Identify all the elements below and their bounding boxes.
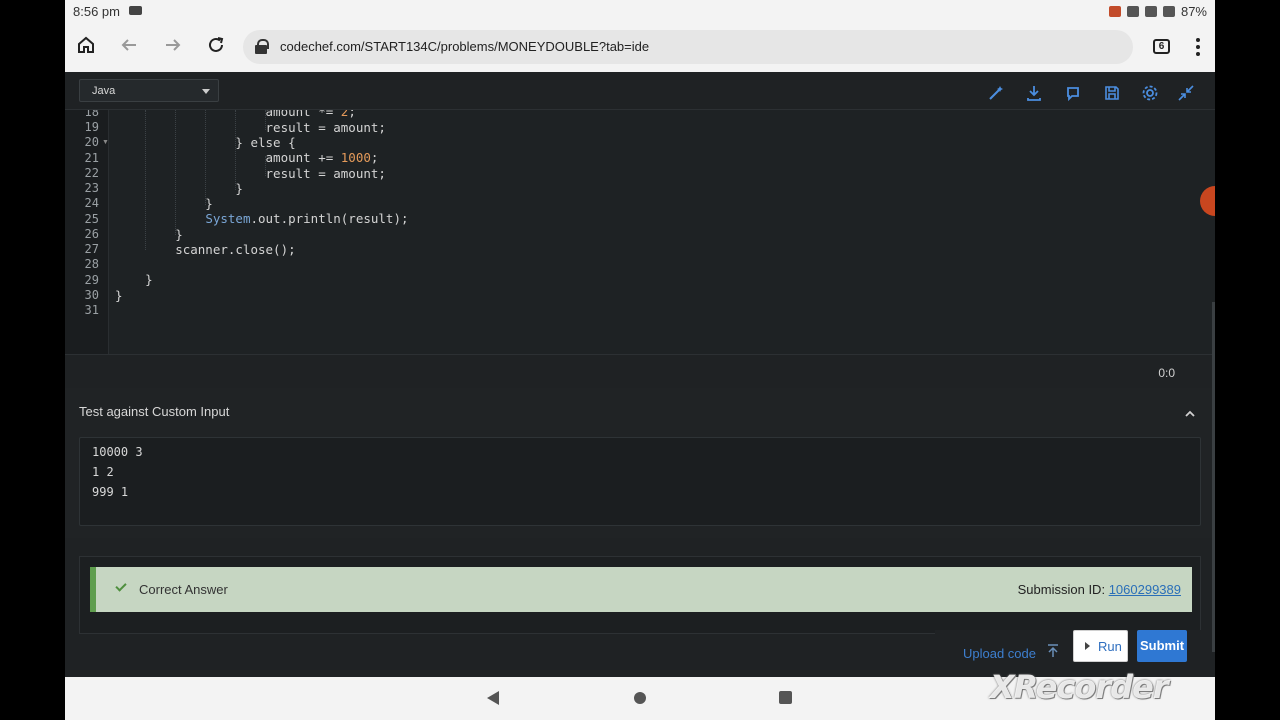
submit-button[interactable]: Submit bbox=[1137, 630, 1187, 662]
battery-level: 87% bbox=[1180, 4, 1207, 19]
url-text: codechef.com/START134C/problems/MONEYDOU… bbox=[280, 39, 650, 54]
submission-id-label: Submission ID: bbox=[1017, 582, 1106, 597]
address-bar[interactable]: codechef.com/START134C/problems/MONEYDOU… bbox=[243, 30, 1133, 64]
custom-input-textarea[interactable]: 10000 3 1 2 999 1 bbox=[79, 437, 1201, 526]
line-number-gutter: 18 19 20 ▼ 21 22 23 24 25 26 27 28 29 30… bbox=[65, 110, 109, 354]
line-number: 23 bbox=[84, 181, 99, 195]
upload-icon[interactable] bbox=[1047, 644, 1061, 660]
class-name: System bbox=[205, 211, 251, 226]
number-literal: 2 bbox=[340, 110, 349, 119]
run-button-label: Run bbox=[1098, 639, 1122, 654]
chevron-down-icon bbox=[202, 89, 210, 94]
save-icon[interactable] bbox=[1103, 84, 1121, 102]
code-line: result = amount; bbox=[115, 166, 386, 181]
code-line: amount += 1000; bbox=[115, 150, 379, 165]
code-line: result = amount; bbox=[115, 120, 386, 135]
code-line: amount *= 2; bbox=[115, 110, 356, 119]
line-number: 19 bbox=[84, 120, 99, 134]
submission-id-link[interactable]: 1060299389 bbox=[1109, 582, 1181, 597]
line-number: 30 bbox=[84, 288, 99, 302]
code-line: } bbox=[115, 196, 213, 211]
custom-input-line: 999 1 bbox=[92, 485, 129, 499]
upload-code-button[interactable]: Upload code bbox=[963, 646, 1036, 661]
download-icon[interactable] bbox=[1025, 84, 1043, 102]
editor-status-bar: 0:0 bbox=[65, 354, 1215, 388]
code-line: System.out.println(result); bbox=[205, 211, 409, 226]
more-menu-icon[interactable] bbox=[1195, 36, 1201, 58]
line-number: 21 bbox=[84, 151, 99, 165]
check-icon bbox=[115, 580, 127, 592]
number-literal: 1000 bbox=[340, 150, 371, 165]
language-select[interactable]: Java bbox=[79, 79, 219, 102]
scrollbar[interactable] bbox=[1212, 302, 1215, 652]
recorder-watermark: XRecorder bbox=[990, 668, 1169, 706]
result-panel: Correct Answer Submission ID: 1060299389 bbox=[79, 556, 1201, 634]
wifi-icon bbox=[1144, 6, 1157, 17]
action-bar: Upload code Run Submit bbox=[935, 630, 1215, 670]
language-select-value: Java bbox=[92, 85, 116, 97]
line-number: 27 bbox=[84, 242, 99, 256]
ide-panel: Java 18 19 20 ▼ 21 22 23 24 25 26 27 28 … bbox=[65, 72, 1215, 677]
status-bar: 8:56 pm 87% bbox=[65, 0, 1215, 22]
submission-id: Submission ID: 1060299389 bbox=[1018, 582, 1181, 597]
back-arrow-icon[interactable] bbox=[117, 35, 141, 59]
play-icon bbox=[1085, 642, 1090, 650]
forward-arrow-icon[interactable] bbox=[161, 35, 185, 59]
code-line: scanner.close(); bbox=[115, 242, 296, 257]
fold-arrow-icon[interactable]: ▼ bbox=[102, 139, 109, 146]
collapse-icon[interactable] bbox=[1177, 84, 1195, 102]
line-number: 29 bbox=[84, 273, 99, 287]
code-line: } else { bbox=[115, 135, 296, 150]
run-button[interactable]: Run bbox=[1073, 630, 1128, 662]
line-number: 18 bbox=[84, 110, 99, 119]
device-screen: 8:56 pm 87% codechef.com/START134C/probl… bbox=[65, 0, 1215, 720]
home-circle-icon[interactable] bbox=[634, 692, 646, 704]
status-time: 8:56 pm bbox=[73, 4, 120, 19]
cast-icon bbox=[1108, 6, 1121, 17]
code-line: } bbox=[115, 272, 153, 287]
reload-icon[interactable] bbox=[204, 35, 228, 59]
line-number: 31 bbox=[84, 303, 99, 317]
correct-answer-banner: Correct Answer Submission ID: 1060299389 bbox=[90, 567, 1192, 612]
screen-record-icon bbox=[129, 6, 142, 15]
custom-input-line: 1 2 bbox=[92, 465, 114, 479]
line-number: 25 bbox=[84, 212, 99, 226]
chevron-up-icon[interactable] bbox=[1185, 406, 1195, 417]
settings-gear-icon[interactable] bbox=[1141, 84, 1159, 102]
status-icons: 87% bbox=[1108, 4, 1207, 19]
custom-input-title[interactable]: Test against Custom Input bbox=[79, 404, 229, 419]
line-number: 22 bbox=[84, 166, 99, 180]
line-number: 20 bbox=[84, 135, 99, 149]
custom-input-line: 10000 3 bbox=[92, 445, 143, 459]
line-number: 24 bbox=[84, 196, 99, 210]
code-editor[interactable]: 18 19 20 ▼ 21 22 23 24 25 26 27 28 29 30… bbox=[65, 110, 1215, 354]
line-number: 26 bbox=[84, 227, 99, 241]
lock-icon bbox=[255, 39, 269, 54]
editor-toolbar: Java bbox=[65, 72, 1215, 110]
line-number: 28 bbox=[84, 257, 99, 271]
recents-square-icon[interactable] bbox=[779, 691, 792, 704]
code-line: } bbox=[115, 227, 183, 242]
battery-icon bbox=[1162, 6, 1175, 17]
tab-switcher-button[interactable]: 6 bbox=[1153, 39, 1170, 54]
code-line: } bbox=[115, 181, 243, 196]
code-line: } bbox=[115, 288, 123, 303]
reset-icon[interactable] bbox=[1064, 84, 1082, 102]
browser-toolbar: codechef.com/START134C/problems/MONEYDOU… bbox=[65, 22, 1215, 72]
magic-wand-icon[interactable] bbox=[987, 84, 1005, 102]
mute-icon bbox=[1126, 6, 1139, 17]
result-status: Correct Answer bbox=[139, 582, 228, 597]
custom-input-section: Test against Custom Input 10000 3 1 2 99… bbox=[65, 388, 1215, 538]
cursor-position: 0:0 bbox=[1158, 366, 1175, 380]
back-triangle-icon[interactable] bbox=[487, 691, 499, 705]
home-icon[interactable] bbox=[74, 35, 98, 59]
